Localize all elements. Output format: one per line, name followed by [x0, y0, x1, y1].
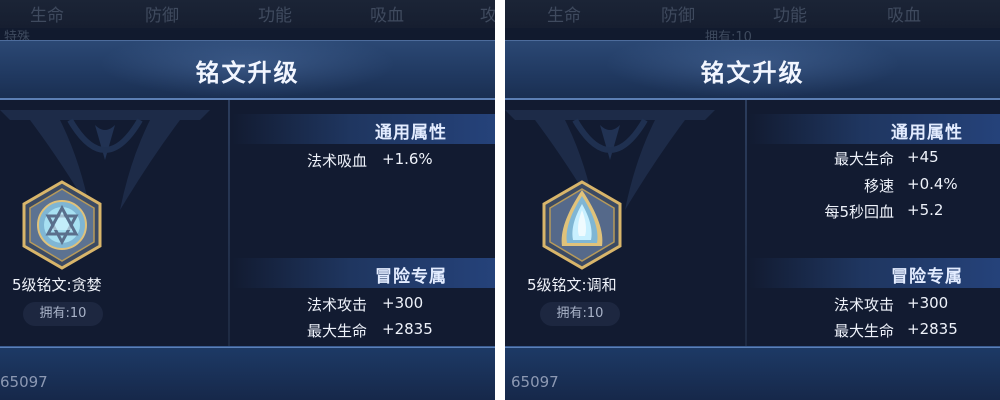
- tab-defense[interactable]: 防御: [145, 1, 179, 26]
- stat-row: 最大生命 +2835: [232, 320, 495, 346]
- header-bar: 铭文升级: [0, 40, 495, 100]
- tab-lifesteal[interactable]: 吸血: [887, 1, 921, 26]
- stat-row: 法术吸血 +1.6%: [232, 150, 495, 176]
- stat-label: 法术攻击: [833, 296, 894, 314]
- stat-label: 最大生命: [833, 322, 894, 340]
- top-tab-strip: 生命 防御 功能 吸血: [505, 0, 1000, 28]
- general-attributes-header: 通用属性: [232, 114, 495, 144]
- owned-count-badge: 拥有:10: [23, 302, 103, 326]
- stat-label: 移速: [863, 177, 894, 195]
- stat-label: 每5秒回血: [824, 203, 894, 221]
- general-attributes-title: 通用属性: [891, 123, 963, 143]
- stat-value: +2835: [907, 320, 958, 338]
- stat-value: +1.6%: [382, 150, 433, 168]
- stat-label: 法术吸血: [306, 152, 367, 170]
- hexagon-star-rune-icon[interactable]: [20, 180, 104, 270]
- hexagon-drop-rune-icon[interactable]: [540, 180, 624, 270]
- stat-row: 法术攻击 +300: [232, 294, 495, 320]
- stat-row: 移速 +0.4%: [737, 175, 1000, 201]
- tab-utility[interactable]: 功能: [773, 1, 807, 26]
- stat-row: 法术攻击 +300: [737, 294, 1000, 320]
- general-attributes-title: 通用属性: [375, 123, 447, 143]
- stat-value: +5.2: [907, 201, 944, 219]
- adventure-exclusive-title: 冒险专属: [375, 267, 447, 287]
- footer-number: 65097: [511, 373, 559, 391]
- stat-row: 最大生命 +2835: [737, 320, 1000, 346]
- tab-defense[interactable]: 防御: [661, 1, 695, 26]
- stat-value: +45: [907, 148, 939, 166]
- panel-gap: [495, 0, 505, 400]
- stat-row: 每5秒回血 +5.2: [737, 201, 1000, 227]
- footer-number: 65097: [0, 373, 48, 391]
- tab-health[interactable]: 生命: [547, 1, 581, 26]
- stat-label: 法术攻击: [306, 296, 367, 314]
- owned-count-badge: 拥有:10: [540, 302, 620, 326]
- stat-label: 最大生命: [833, 150, 894, 168]
- stat-value: +2835: [382, 320, 433, 338]
- footer-bar: [0, 346, 495, 400]
- tab-health[interactable]: 生命: [30, 1, 64, 26]
- stat-label: 最大生命: [306, 322, 367, 340]
- vertical-divider: [228, 100, 230, 346]
- tab-utility[interactable]: 功能: [258, 1, 292, 26]
- adventure-exclusive-header: 冒险专属: [749, 258, 1000, 288]
- rune-name: 5级铭文:贪婪: [12, 276, 102, 294]
- page-title: 铭文升级: [195, 59, 300, 87]
- adventure-exclusive-header: 冒险专属: [232, 258, 495, 288]
- tab-attack[interactable]: 攻: [480, 1, 495, 26]
- top-tab-strip: 生命 防御 功能 吸血 攻: [0, 0, 495, 28]
- footer-bar: [505, 346, 1000, 400]
- stat-value: +0.4%: [907, 175, 958, 193]
- stat-value: +300: [907, 294, 949, 312]
- rune-name: 5级铭文:调和: [527, 276, 617, 294]
- stat-value: +300: [382, 294, 424, 312]
- adventure-exclusive-title: 冒险专属: [891, 267, 963, 287]
- tab-lifesteal[interactable]: 吸血: [370, 1, 404, 26]
- general-attributes-header: 通用属性: [749, 114, 1000, 144]
- header-bar: 铭文升级: [505, 40, 1000, 100]
- rune-upgrade-panel-left: 生命 防御 功能 吸血 攻 特殊 铭文升级 通用属性 法术吸血 +1.6% 冒险…: [0, 0, 495, 400]
- page-title: 铭文升级: [700, 59, 805, 87]
- stat-row: 最大生命 +45: [737, 148, 1000, 174]
- rune-upgrade-panel-right: 生命 防御 功能 吸血 拥有:10 铭文升级 通用属性 最大生命 +45 移速 …: [505, 0, 1000, 400]
